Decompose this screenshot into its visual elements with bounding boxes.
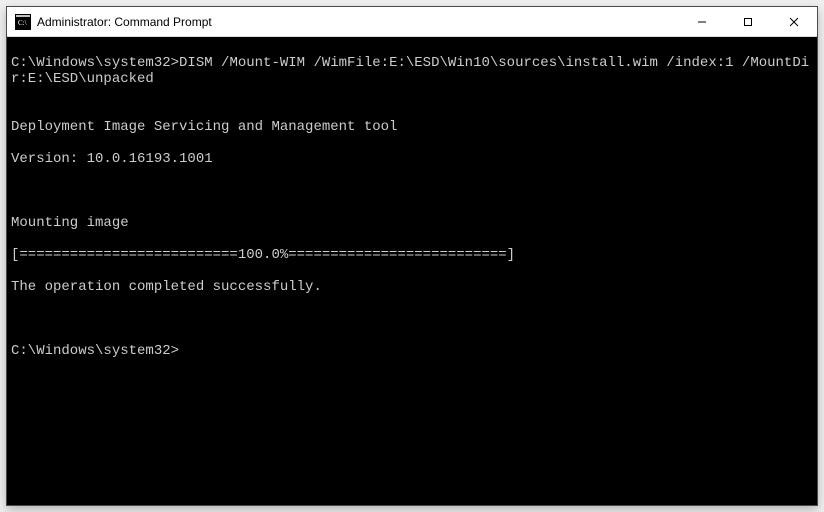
blank-line <box>11 183 813 199</box>
mounting-label: Mounting image <box>11 215 813 231</box>
blank-line <box>11 87 813 103</box>
tool-version: Version: 10.0.16193.1001 <box>11 151 813 167</box>
console-output[interactable]: C:\Windows\system32>DISM /Mount-WIM /Wim… <box>7 37 817 505</box>
titlebar[interactable]: C:\ Administrator: Command Prompt <box>7 7 817 37</box>
prompt: C:\Windows\system32> <box>11 343 179 359</box>
success-message: The operation completed successfully. <box>11 279 813 295</box>
maximize-button[interactable] <box>725 7 771 36</box>
close-button[interactable] <box>771 7 817 36</box>
window-title: Administrator: Command Prompt <box>37 15 679 29</box>
tool-header: Deployment Image Servicing and Managemen… <box>11 119 813 135</box>
minimize-button[interactable] <box>679 7 725 36</box>
cmd-icon: C:\ <box>15 14 31 30</box>
svg-text:C:\: C:\ <box>18 19 27 27</box>
blank-line <box>11 311 813 327</box>
prompt: C:\Windows\system32> <box>11 55 179 71</box>
window-controls <box>679 7 817 36</box>
command-prompt-window: C:\ Administrator: Command Prompt C:\Win… <box>6 6 818 506</box>
progress-bar: [==========================100.0%=======… <box>11 247 813 263</box>
